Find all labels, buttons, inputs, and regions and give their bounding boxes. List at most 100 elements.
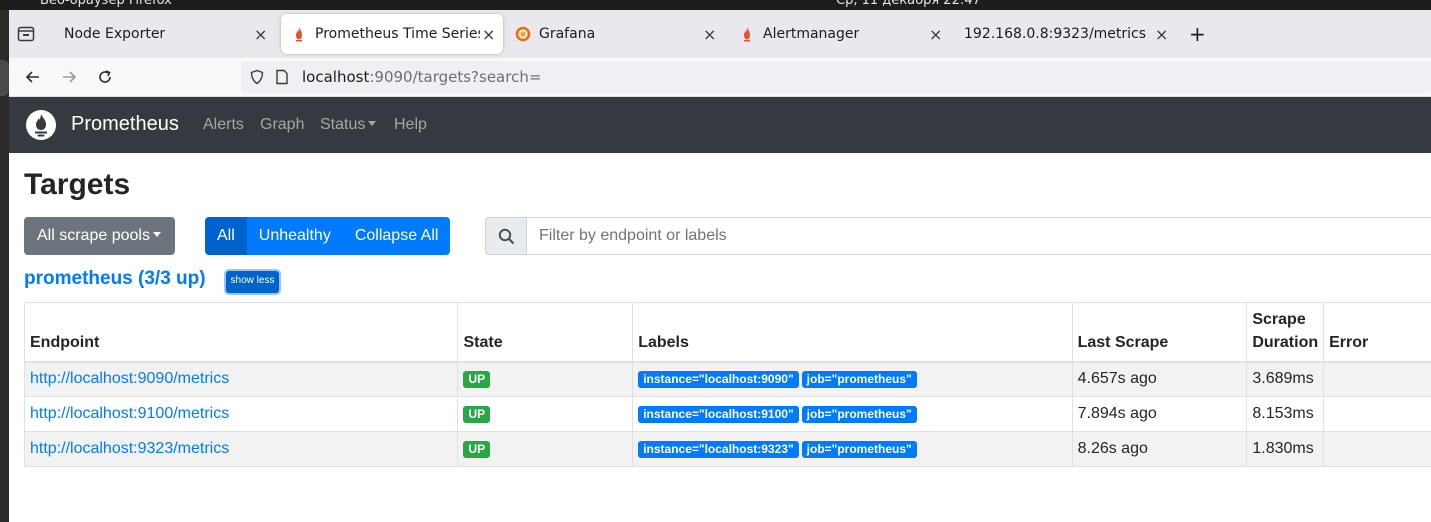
endpoint-link[interactable]: http://localhost:9323/metrics — [30, 440, 229, 457]
reload-icon — [99, 70, 111, 83]
label-badge: job="prometheus" — [801, 441, 917, 458]
label-badge: instance="localhost:9323" — [638, 441, 799, 458]
state-badge: UP — [463, 371, 491, 389]
grafana-icon — [515, 26, 531, 42]
scrape-pool-title[interactable]: prometheus (3/3 up) — [24, 268, 206, 290]
filter-all-button[interactable]: All — [205, 217, 247, 255]
table-row: http://localhost:9100/metrics UP instanc… — [23, 396, 1431, 432]
nav-status-label: Status — [320, 116, 366, 133]
labels-cell: instance="localhost:9090" job="prometheus… — [632, 361, 1073, 397]
table-header-row: Endpoint State Labels Last Scrape Scrape… — [23, 302, 1431, 363]
label-badge: job="prometheus" — [801, 406, 917, 423]
tab-label: Prometheus Time Series — [315, 26, 480, 42]
state-cell: UP — [457, 396, 634, 432]
targets-table: Endpoint State Labels Last Scrape Scrape… — [23, 302, 1431, 467]
labels-cell: instance="localhost:9100" job="prometheus… — [632, 396, 1073, 432]
column-header-scrape-duration: Scrape Duration — [1246, 302, 1325, 363]
new-tab-button[interactable]: + — [1189, 14, 1213, 54]
browser-nav-bar: localhost:9090/targets?search= — [9, 58, 1431, 97]
tab-node-exporter[interactable]: Node Exporter × — [57, 14, 277, 54]
page-info-icon[interactable] — [275, 69, 289, 85]
tab-grafana[interactable]: Grafana × — [507, 14, 727, 54]
endpoint-link[interactable]: http://localhost:9100/metrics — [30, 405, 229, 422]
column-header-last-scrape: Last Scrape — [1071, 302, 1248, 363]
forward-button[interactable] — [57, 65, 81, 89]
prometheus-icon — [744, 27, 750, 42]
arrow-left-icon — [25, 71, 39, 83]
scrape-duration-cell: 8.153ms — [1246, 396, 1325, 432]
back-button[interactable] — [21, 65, 45, 89]
close-icon[interactable]: × — [929, 25, 942, 44]
url-text[interactable]: localhost:9090/targets?search= — [302, 68, 541, 86]
prometheus-navbar: Prometheus Alerts Graph Status Help — [9, 97, 1431, 153]
reload-button[interactable] — [93, 65, 117, 89]
last-scrape-cell: 7.894s ago — [1071, 396, 1248, 432]
tab-label: Node Exporter — [64, 26, 166, 42]
close-icon[interactable]: × — [254, 25, 267, 44]
state-cell: UP — [457, 431, 634, 467]
filter-button-group: All Unhealthy Collapse All — [205, 217, 451, 255]
chevron-down-icon — [152, 231, 161, 237]
state-badge: UP — [463, 406, 491, 423]
state-badge: UP — [463, 441, 491, 458]
last-scrape-cell: 4.657s ago — [1071, 361, 1248, 397]
tab-label: 192.168.0.8:9323/metrics — [964, 26, 1147, 42]
brand-link[interactable]: Prometheus — [71, 113, 179, 136]
close-icon[interactable]: × — [482, 25, 495, 44]
url-bar[interactable]: localhost:9090/targets?search= — [241, 61, 1431, 93]
tab-label: Alertmanager — [763, 26, 860, 42]
tab-prometheus-time-series[interactable]: Prometheus Time Series × — [281, 14, 503, 54]
chevron-down-icon — [368, 120, 377, 126]
scrape-pools-dropdown[interactable]: All scrape pools — [24, 217, 175, 255]
column-header-endpoint: Endpoint — [23, 302, 459, 363]
label-badge: job="prometheus" — [801, 371, 917, 389]
os-top-bar: Веб-браузер Firefox Ср, 11 декабря 22:47 — [0, 0, 1431, 10]
error-cell — [1323, 396, 1431, 432]
scrape-duration-cell: 3.689ms — [1246, 361, 1325, 397]
show-less-button[interactable]: show less — [226, 271, 279, 293]
table-row: http://localhost:9323/metrics UP instanc… — [23, 431, 1431, 467]
column-header-labels: Labels — [632, 302, 1073, 363]
search-addon — [485, 217, 527, 255]
nav-link-alerts[interactable]: Alerts — [203, 116, 244, 134]
url-host: localhost — [302, 68, 370, 86]
os-dock — [0, 10, 9, 522]
filter-unhealthy-button[interactable]: Unhealthy — [246, 217, 343, 255]
plus-icon: + — [1189, 22, 1206, 46]
table-row: http://localhost:9090/metrics UP instanc… — [23, 361, 1431, 397]
endpoint-cell: http://localhost:9090/metrics — [23, 361, 459, 397]
tab-overview-icon — [17, 26, 35, 42]
nav-link-graph[interactable]: Graph — [260, 116, 304, 134]
collapse-all-button[interactable]: Collapse All — [342, 217, 451, 255]
os-app-name: Веб-браузер Firefox — [40, 0, 172, 8]
url-path: :9090/targets?search= — [369, 68, 542, 86]
search-input[interactable]: Filter by endpoint or labels — [526, 217, 1431, 255]
shield-icon[interactable] — [249, 69, 265, 85]
close-icon[interactable]: × — [703, 25, 716, 44]
nav-link-help[interactable]: Help — [394, 116, 427, 134]
scrape-duration-cell: 1.830ms — [1246, 431, 1325, 467]
page-title: Targets — [24, 168, 131, 201]
labels-cell: instance="localhost:9323" job="prometheus… — [632, 431, 1073, 467]
label-badge: instance="localhost:9100" — [638, 406, 799, 423]
nav-dropdown-status[interactable]: Status — [320, 116, 377, 134]
search-icon — [498, 228, 515, 245]
search-group: Filter by endpoint or labels — [485, 217, 1431, 255]
dock-item[interactable] — [0, 60, 9, 96]
tab-docker-metrics[interactable]: 192.168.0.8:9323/metrics × — [956, 14, 1176, 54]
tab-alertmanager[interactable]: Alertmanager × — [731, 14, 952, 54]
tab-overview-button[interactable] — [17, 14, 45, 54]
error-cell — [1323, 431, 1431, 467]
column-header-state: State — [457, 302, 634, 363]
arrow-right-icon — [63, 71, 77, 83]
browser-tab-bar: Node Exporter × Prometheus Time Series ×… — [9, 10, 1431, 58]
endpoint-link[interactable]: http://localhost:9090/metrics — [30, 370, 229, 387]
label-badge: instance="localhost:9090" — [638, 371, 799, 389]
endpoint-cell: http://localhost:9100/metrics — [23, 396, 459, 432]
column-header-error: Error — [1323, 302, 1431, 363]
prometheus-logo-icon[interactable] — [25, 109, 57, 141]
os-clock[interactable]: Ср, 11 декабря 22:47 — [836, 0, 981, 8]
scrape-pools-label: All scrape pools — [37, 227, 150, 244]
error-cell — [1323, 361, 1431, 397]
close-icon[interactable]: × — [1155, 25, 1168, 44]
